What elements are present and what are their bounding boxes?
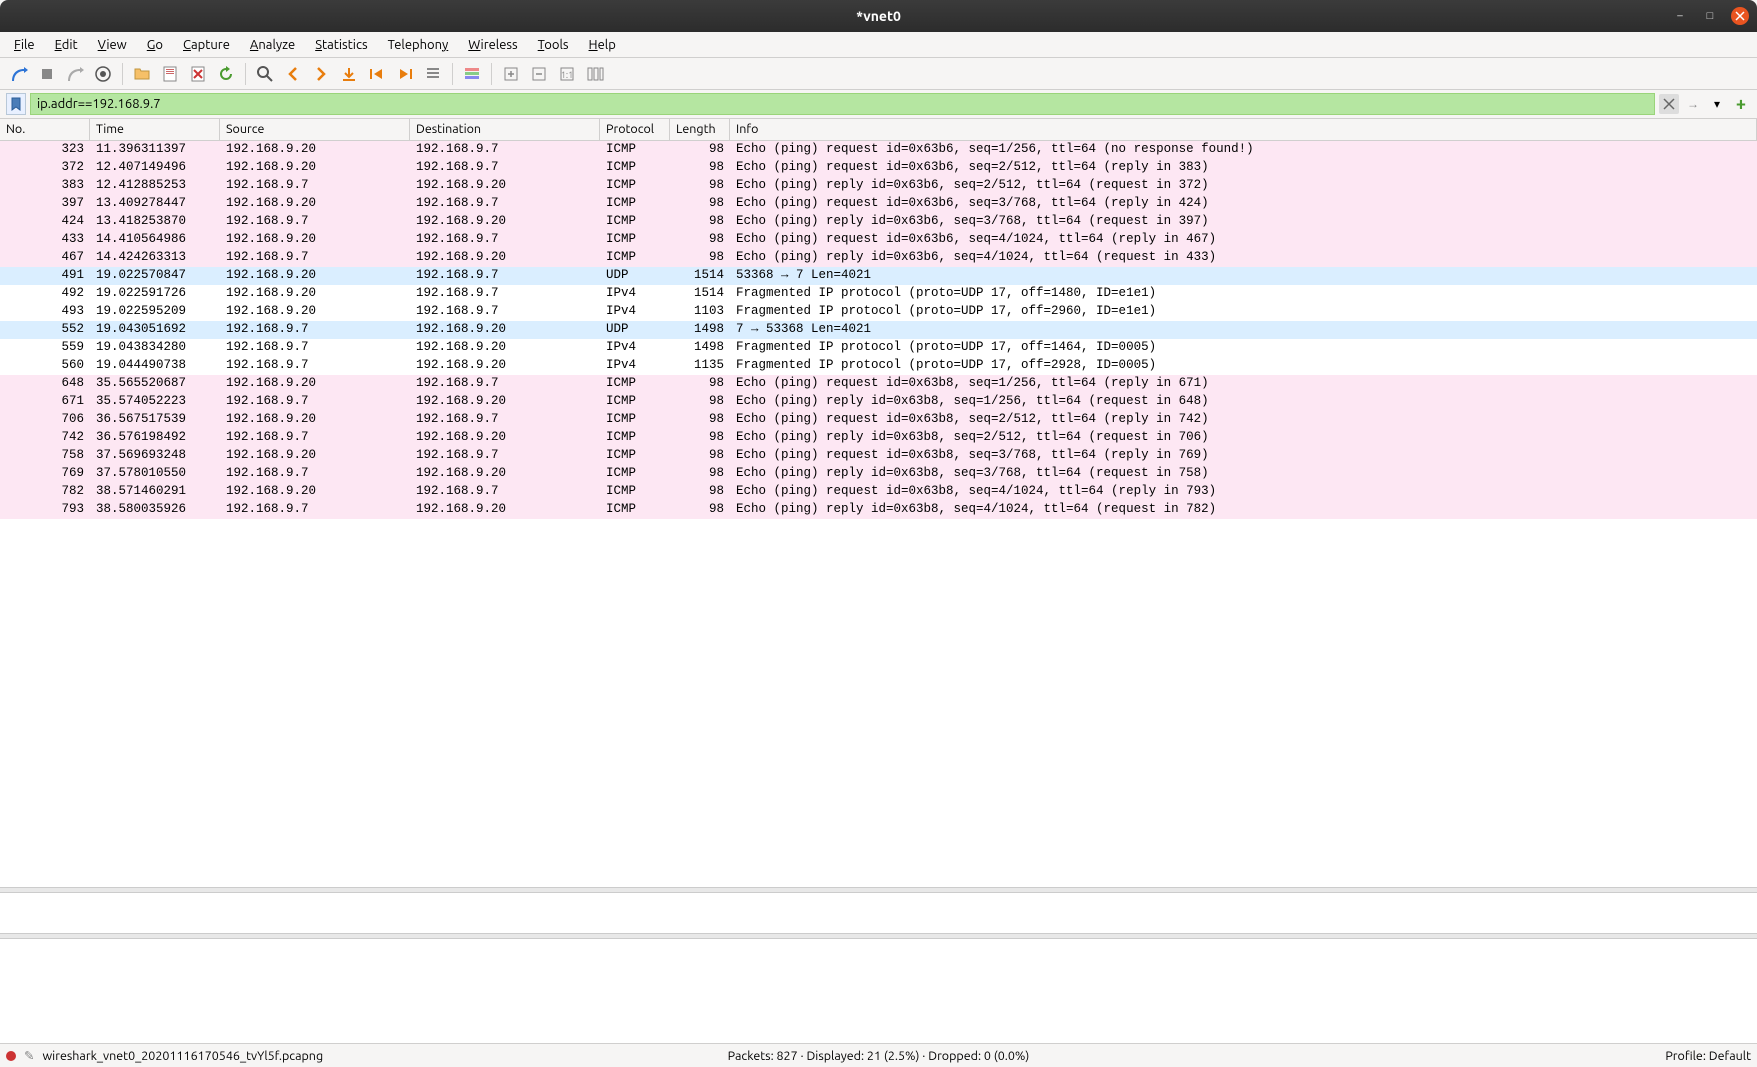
filter-clear-button[interactable] bbox=[1659, 94, 1679, 114]
packet-row[interactable]: 76937.578010550192.168.9.7192.168.9.20IC… bbox=[0, 465, 1757, 483]
packet-row[interactable]: 74236.576198492192.168.9.7192.168.9.20IC… bbox=[0, 429, 1757, 447]
restart-capture-button[interactable] bbox=[62, 61, 88, 87]
status-packets: Packets: 827 · Displayed: 21 (2.5%) · Dr… bbox=[590, 1049, 1166, 1063]
packet-row[interactable]: 43314.410564986192.168.9.20192.168.9.7IC… bbox=[0, 231, 1757, 249]
menu-edit[interactable]: Edit bbox=[47, 35, 86, 55]
packet-row[interactable]: 64835.565520687192.168.9.20192.168.9.7IC… bbox=[0, 375, 1757, 393]
toolbar-separator bbox=[491, 63, 492, 85]
maximize-button[interactable]: □ bbox=[1701, 7, 1719, 25]
packet-list-header: No. Time Source Destination Protocol Len… bbox=[0, 119, 1757, 141]
filter-dropdown-button[interactable]: ▾ bbox=[1707, 94, 1727, 114]
filter-add-button[interactable]: + bbox=[1731, 94, 1751, 114]
menu-telephony[interactable]: Telephony bbox=[380, 35, 457, 55]
filter-apply-button[interactable]: → bbox=[1683, 94, 1703, 114]
resize-columns-button[interactable] bbox=[582, 61, 608, 87]
toolbar: 1:1 bbox=[0, 58, 1757, 90]
packet-row[interactable]: 42413.418253870192.168.9.7192.168.9.20IC… bbox=[0, 213, 1757, 231]
expert-info-icon[interactable] bbox=[6, 1051, 16, 1061]
toolbar-separator bbox=[245, 63, 246, 85]
zoom-in-button[interactable] bbox=[498, 61, 524, 87]
toolbar-separator bbox=[452, 63, 453, 85]
capture-options-button[interactable] bbox=[90, 61, 116, 87]
packet-row[interactable]: 67135.574052223192.168.9.7192.168.9.20IC… bbox=[0, 393, 1757, 411]
status-profile[interactable]: Profile: Default bbox=[1175, 1049, 1751, 1063]
reload-button[interactable] bbox=[213, 61, 239, 87]
column-header-destination[interactable]: Destination bbox=[410, 119, 600, 140]
menu-statistics[interactable]: Statistics bbox=[307, 35, 375, 55]
go-forward-button[interactable] bbox=[308, 61, 334, 87]
colorize-button[interactable] bbox=[459, 61, 485, 87]
column-header-length[interactable]: Length bbox=[670, 119, 730, 140]
column-header-no[interactable]: No. bbox=[0, 119, 90, 140]
display-filter-input[interactable] bbox=[30, 93, 1655, 115]
packet-details-pane[interactable] bbox=[0, 893, 1757, 933]
packet-row[interactable]: 46714.424263313192.168.9.7192.168.9.20IC… bbox=[0, 249, 1757, 267]
titlebar: *vnet0 – □ bbox=[0, 0, 1757, 32]
packet-row[interactable]: 49119.022570847192.168.9.20192.168.9.7UD… bbox=[0, 267, 1757, 285]
packet-row[interactable]: 75837.569693248192.168.9.20192.168.9.7IC… bbox=[0, 447, 1757, 465]
packet-row[interactable]: 37212.407149496192.168.9.20192.168.9.7IC… bbox=[0, 159, 1757, 177]
packet-row[interactable]: 32311.396311397192.168.9.20192.168.9.7IC… bbox=[0, 141, 1757, 159]
statusbar: ✎ wireshark_vnet0_20201116170546_tvYl5f.… bbox=[0, 1043, 1757, 1067]
column-header-protocol[interactable]: Protocol bbox=[600, 119, 670, 140]
minimize-button[interactable]: – bbox=[1671, 7, 1689, 25]
go-back-button[interactable] bbox=[280, 61, 306, 87]
menu-capture[interactable]: Capture bbox=[175, 35, 238, 55]
window-controls: – □ bbox=[1671, 7, 1749, 25]
menubar: File Edit View Go Capture Analyze Statis… bbox=[0, 32, 1757, 58]
save-file-button[interactable] bbox=[157, 61, 183, 87]
auto-scroll-button[interactable] bbox=[420, 61, 446, 87]
column-header-time[interactable]: Time bbox=[90, 119, 220, 140]
packet-list[interactable]: No. Time Source Destination Protocol Len… bbox=[0, 119, 1757, 887]
packet-bytes-pane[interactable] bbox=[0, 939, 1757, 1043]
menu-wireless[interactable]: Wireless bbox=[460, 35, 525, 55]
menu-tools[interactable]: Tools bbox=[530, 35, 577, 55]
filter-bar: → ▾ + bbox=[0, 90, 1757, 119]
edit-capture-comment-icon[interactable]: ✎ bbox=[24, 1048, 34, 1063]
close-file-button[interactable] bbox=[185, 61, 211, 87]
find-packet-button[interactable] bbox=[252, 61, 278, 87]
menu-analyze[interactable]: Analyze bbox=[242, 35, 303, 55]
packet-row[interactable]: 38312.412885253192.168.9.7192.168.9.20IC… bbox=[0, 177, 1757, 195]
zoom-reset-button[interactable]: 1:1 bbox=[554, 61, 580, 87]
svg-text:1:1: 1:1 bbox=[561, 70, 573, 80]
menu-view[interactable]: View bbox=[90, 35, 135, 55]
start-capture-button[interactable] bbox=[6, 61, 32, 87]
open-file-button[interactable] bbox=[129, 61, 155, 87]
column-header-info[interactable]: Info bbox=[730, 119, 1757, 140]
packet-row[interactable]: 78238.571460291192.168.9.20192.168.9.7IC… bbox=[0, 483, 1757, 501]
packet-row[interactable]: 49319.022595209192.168.9.20192.168.9.7IP… bbox=[0, 303, 1757, 321]
packet-row[interactable]: 49219.022591726192.168.9.20192.168.9.7IP… bbox=[0, 285, 1757, 303]
packet-row[interactable]: 79338.580035926192.168.9.7192.168.9.20IC… bbox=[0, 501, 1757, 519]
packet-row[interactable]: 55219.043051692192.168.9.7192.168.9.20UD… bbox=[0, 321, 1757, 339]
go-first-button[interactable] bbox=[364, 61, 390, 87]
stop-capture-button[interactable] bbox=[34, 61, 60, 87]
close-button[interactable] bbox=[1731, 7, 1749, 25]
menu-help[interactable]: Help bbox=[581, 35, 624, 55]
zoom-out-button[interactable] bbox=[526, 61, 552, 87]
go-last-button[interactable] bbox=[392, 61, 418, 87]
status-file: wireshark_vnet0_20201116170546_tvYl5f.pc… bbox=[42, 1049, 323, 1063]
toolbar-separator bbox=[122, 63, 123, 85]
go-to-packet-button[interactable] bbox=[336, 61, 362, 87]
packet-row[interactable]: 56019.044490738192.168.9.7192.168.9.20IP… bbox=[0, 357, 1757, 375]
packet-row[interactable]: 70636.567517539192.168.9.20192.168.9.7IC… bbox=[0, 411, 1757, 429]
window-title: *vnet0 bbox=[856, 8, 901, 24]
column-header-source[interactable]: Source bbox=[220, 119, 410, 140]
menu-go[interactable]: Go bbox=[139, 35, 171, 55]
filter-bookmark-button[interactable] bbox=[6, 93, 26, 115]
menu-file[interactable]: File bbox=[6, 35, 43, 55]
packet-row[interactable]: 55919.043834280192.168.9.7192.168.9.20IP… bbox=[0, 339, 1757, 357]
packet-row[interactable]: 39713.409278447192.168.9.20192.168.9.7IC… bbox=[0, 195, 1757, 213]
